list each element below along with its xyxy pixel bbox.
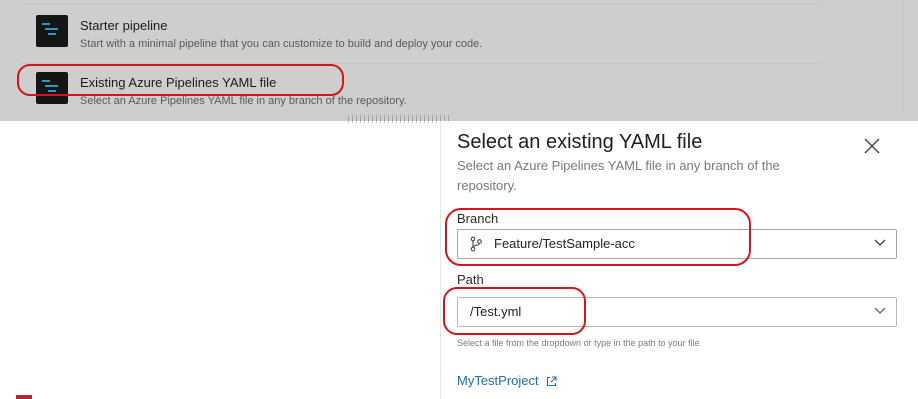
background-marker bbox=[16, 395, 32, 399]
annotation-highlight-path bbox=[443, 287, 586, 335]
chevron-down-icon bbox=[874, 307, 886, 314]
template-title: Starter pipeline bbox=[80, 18, 168, 33]
annotation-highlight-branch bbox=[445, 208, 751, 266]
project-link-label: MyTestProject bbox=[457, 373, 539, 388]
panel-title: Select an existing YAML file bbox=[457, 131, 703, 153]
path-label: Path bbox=[457, 272, 484, 287]
close-button[interactable] bbox=[857, 131, 887, 161]
panel-subtitle: Select an Azure Pipelines YAML file in a… bbox=[457, 158, 780, 193]
path-helper-text: Select a file from the dropdown or type … bbox=[457, 338, 700, 348]
divider bbox=[22, 4, 820, 5]
template-description: Select an Azure Pipelines YAML file in a… bbox=[80, 95, 407, 107]
project-link[interactable]: MyTestProject bbox=[457, 373, 557, 388]
external-link-icon bbox=[547, 376, 557, 387]
template-starter-pipeline[interactable]: Starter pipeline Start with a minimal pi… bbox=[36, 15, 816, 59]
background-text-fragment bbox=[348, 115, 452, 123]
close-icon bbox=[864, 138, 880, 154]
chevron-down-icon bbox=[874, 239, 886, 246]
pipeline-icon bbox=[36, 15, 68, 47]
template-description: Start with a minimal pipeline that you c… bbox=[80, 38, 483, 50]
divider bbox=[902, 0, 903, 112]
annotation-highlight-existing-yaml bbox=[17, 64, 344, 96]
